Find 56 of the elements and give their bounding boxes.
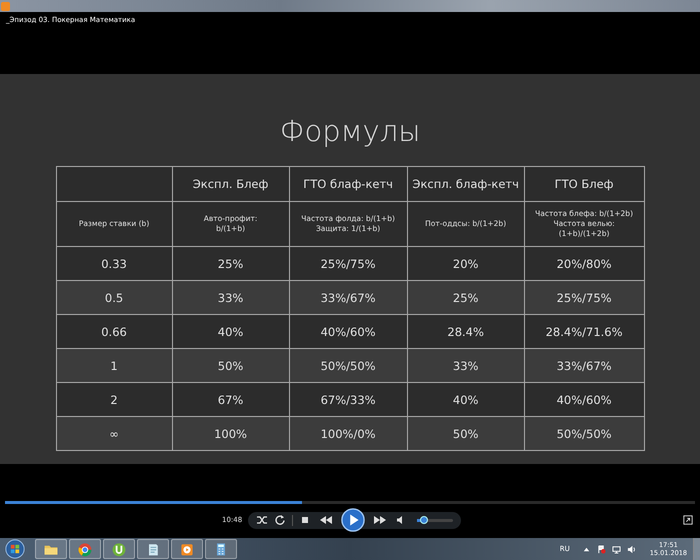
table-cell: 40%/60% <box>289 314 408 348</box>
column-header: Экспл. блаф-кетч <box>407 166 524 202</box>
table-cell: 100%/0% <box>289 416 408 450</box>
slide-title: Формулы <box>280 114 420 150</box>
seek-bar[interactable] <box>5 501 695 504</box>
table-cell: 40% <box>172 314 290 348</box>
volume-thumb[interactable] <box>420 516 428 524</box>
column-header: Экспл. Блеф <box>172 166 290 202</box>
column-header: ГТО блаф-кетч <box>289 166 408 202</box>
table-cell: 25%/75% <box>524 280 644 314</box>
volume-slider[interactable] <box>417 518 453 522</box>
taskbar-button[interactable] <box>205 539 237 559</box>
table-cell: 25% <box>172 246 290 280</box>
flag-icon[interactable] <box>596 544 606 554</box>
play-button[interactable] <box>341 508 365 532</box>
speaker-icon[interactable] <box>626 544 636 554</box>
table-cell: ∞ <box>56 416 172 450</box>
table-cell: 40% <box>407 382 524 416</box>
table-cell: 0.33 <box>56 246 172 280</box>
fullscreen-icon[interactable] <box>683 515 693 525</box>
taskbar-button[interactable] <box>69 539 101 559</box>
table-cell: 2 <box>56 382 172 416</box>
column-header: ГТО Блеф <box>524 166 644 202</box>
media-player-icon <box>179 541 195 557</box>
table-cell: 28.4% <box>407 314 524 348</box>
taskbar-button[interactable] <box>171 539 203 559</box>
taskbar-button[interactable] <box>35 539 67 559</box>
table-cell: 33% <box>407 348 524 382</box>
table-cell: 100% <box>172 416 290 450</box>
shuffle-icon[interactable] <box>256 514 268 526</box>
table-cell: 40%/60% <box>524 382 644 416</box>
torrent-icon <box>111 541 127 557</box>
table-cell: 50%/50% <box>289 348 408 382</box>
table-cell: 33%/67% <box>289 280 408 314</box>
table-cell: 20%/80% <box>524 246 644 280</box>
table-cell: 1 <box>56 348 172 382</box>
table-cell: 33% <box>172 280 290 314</box>
table-cell: 50%/50% <box>524 416 644 450</box>
app-icon <box>1 2 10 10</box>
table-cell: 25%/75% <box>289 246 408 280</box>
table-cell: 20% <box>407 246 524 280</box>
browser-icon <box>77 541 93 557</box>
table-cell: 0.66 <box>56 314 172 348</box>
table-cell: 33%/67% <box>524 348 644 382</box>
table-cell: 67% <box>172 382 290 416</box>
table-cell: 28.4%/71.6% <box>524 314 644 348</box>
table-cell: 50% <box>407 416 524 450</box>
stop-icon[interactable] <box>299 514 311 526</box>
taskbar-button[interactable] <box>103 539 135 559</box>
table-cell: 0.5 <box>56 280 172 314</box>
table-cell: 67%/33% <box>289 382 408 416</box>
repeat-icon[interactable] <box>274 514 286 526</box>
start-button[interactable] <box>5 539 25 559</box>
table-cell: 50% <box>172 348 290 382</box>
table-cell: 25% <box>407 280 524 314</box>
taskbar-button[interactable] <box>137 539 169 559</box>
